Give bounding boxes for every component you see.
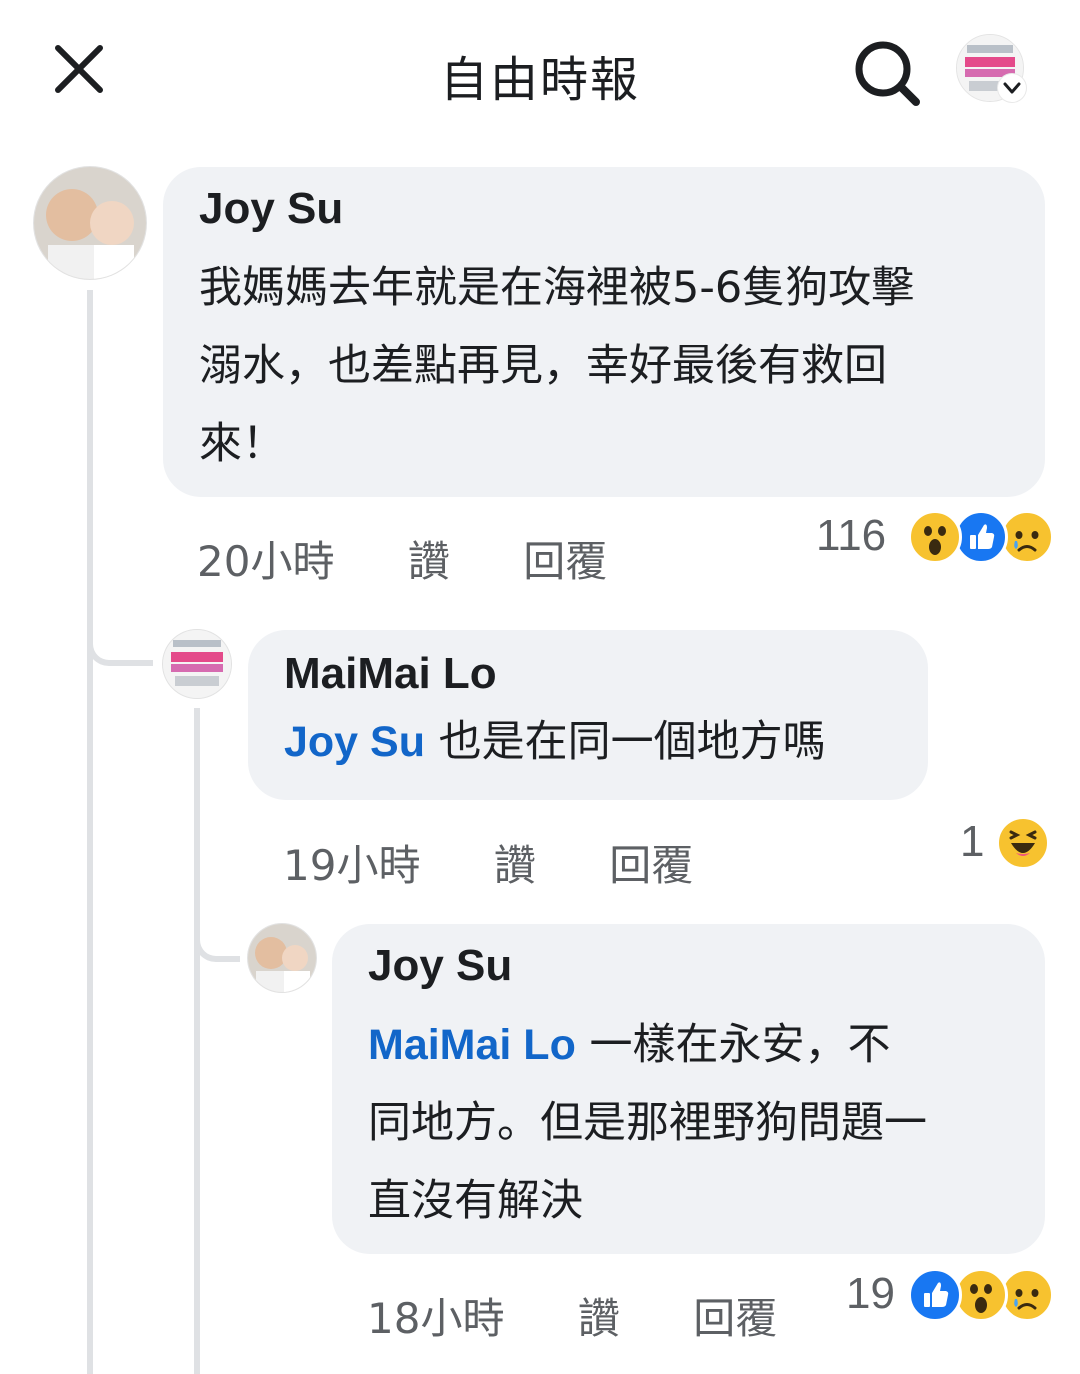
comment-text: 我媽媽去年就是在海裡被5-6隻狗攻擊 溺水，也差點再見，幸好最後有救回 來！ (199, 249, 1009, 483)
comment-timestamp[interactable]: 19小時 (283, 832, 420, 893)
comment-author[interactable]: MaiMai Lo (284, 646, 892, 702)
wow-reaction-icon (908, 510, 962, 564)
reaction-count: 116 (816, 511, 887, 560)
thread-line-sub (194, 708, 200, 1374)
reply-bubble: MaiMai Lo Joy Su 也是在同一個地方嗎 (248, 630, 928, 800)
comment-text: MaiMai Lo 一樣在永安，不 同地方。但是那裡野狗問題一 直沒有解決 (368, 1006, 1009, 1240)
reaction-count: 1 (960, 817, 985, 866)
comment-timestamp[interactable]: 18小時 (367, 1285, 504, 1346)
reply-button[interactable]: 回覆 (523, 528, 607, 589)
comment-timestamp[interactable]: 20小時 (197, 528, 334, 589)
like-button[interactable]: 讚 (494, 832, 536, 893)
comment-text-line: 來！ (199, 419, 285, 469)
avatar[interactable] (163, 630, 231, 698)
reply-bubble: Joy Su MaiMai Lo 一樣在永安，不 同地方。但是那裡野狗問題一 直… (332, 924, 1045, 1254)
thread-elbow-2 (194, 900, 240, 962)
comment-author[interactable]: Joy Su (368, 938, 1009, 994)
reply-button[interactable]: 回覆 (609, 832, 693, 893)
comment-author[interactable]: Joy Su (199, 181, 1009, 237)
comment-text-line: 同地方。但是那裡野狗問題一 (368, 1098, 927, 1148)
comment-bubble: Joy Su 我媽媽去年就是在海裡被5-6隻狗攻擊 溺水，也差點再見，幸好最後有… (163, 167, 1045, 497)
reaction-summary[interactable]: 19 (846, 1268, 1054, 1330)
wow-reaction-icon (954, 1268, 1008, 1322)
comment-text-line: 直沒有解決 (368, 1176, 583, 1226)
comment-text-line: MaiMai Lo 一樣在永安，不 (368, 1006, 1009, 1084)
mention-link[interactable]: MaiMai Lo (368, 1021, 576, 1069)
comment-actions: 20小時 讚 回覆 (197, 528, 607, 589)
thread-elbow-1 (87, 600, 153, 666)
haha-reaction-icon (996, 816, 1050, 870)
like-reaction-icon (908, 1268, 962, 1322)
search-icon (855, 41, 920, 106)
reply-button[interactable]: 回覆 (693, 1285, 777, 1346)
reaction-count: 19 (846, 1269, 895, 1318)
profile-switcher[interactable] (952, 34, 1032, 106)
sad-reaction-icon (1000, 510, 1054, 564)
search-button[interactable] (852, 38, 924, 110)
mention-link[interactable]: Joy Su (284, 718, 425, 766)
comment-text-line: 溺水，也差點再見，幸好最後有救回 (199, 341, 887, 391)
chevron-badge (998, 74, 1026, 102)
thread-line-main (87, 290, 93, 1374)
comment-actions: 19小時 讚 回覆 (283, 832, 693, 893)
comment-text-line: 我媽媽去年就是在海裡被5-6隻狗攻擊 (199, 263, 915, 313)
avatar[interactable] (248, 924, 316, 992)
comment-actions: 18小時 讚 回覆 (367, 1285, 777, 1346)
like-reaction-icon (954, 510, 1008, 564)
like-button[interactable]: 讚 (578, 1285, 620, 1346)
top-bar: 自由時報 (0, 0, 1080, 140)
avatar[interactable] (34, 167, 146, 279)
sad-reaction-icon (1000, 1268, 1054, 1322)
reaction-summary[interactable]: 116 (816, 510, 1054, 572)
comment-text-line: 一樣在永安，不 (589, 1020, 891, 1070)
reaction-summary[interactable]: 1 (960, 816, 1050, 878)
chevron-down-icon (1003, 82, 1021, 94)
like-button[interactable]: 讚 (408, 528, 450, 589)
comment-text: Joy Su 也是在同一個地方嗎 (284, 712, 892, 772)
comment-text-content: 也是在同一個地方嗎 (438, 717, 826, 767)
